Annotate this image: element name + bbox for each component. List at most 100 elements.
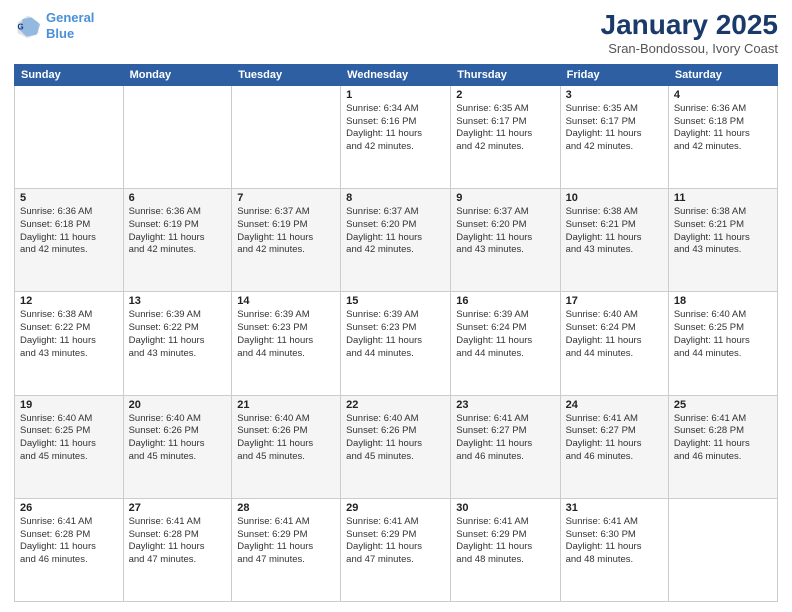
day-number: 6 [129,192,227,204]
day-info: Sunrise: 6:41 AM Sunset: 6:27 PM Dayligh… [566,413,663,464]
day-info: Sunrise: 6:39 AM Sunset: 6:23 PM Dayligh… [237,309,335,360]
day-info: Sunrise: 6:36 AM Sunset: 6:19 PM Dayligh… [129,206,227,257]
calendar-cell: 13Sunrise: 6:39 AM Sunset: 6:22 PM Dayli… [123,292,232,395]
calendar-cell: 29Sunrise: 6:41 AM Sunset: 6:29 PM Dayli… [341,498,451,601]
calendar-week-row: 5 Sunrise: 6:36 AM Sunset: 6:18 PM Daylig… [15,189,778,292]
calendar-week-row: 12 Sunrise: 6:38 AM Sunset: 6:22 PM Dayli… [15,292,778,395]
calendar-cell: 17 Sunrise: 6:40 AM Sunset: 6:24 PM Dayli… [560,292,668,395]
day-number: 2 [456,89,554,101]
calendar-cell: 24 Sunrise: 6:41 AM Sunset: 6:27 PM Dayli… [560,395,668,498]
day-info: Sunrise: 6:41 AM Sunset: 6:29 PM Dayligh… [237,516,335,567]
day-number: 17 [566,295,663,307]
calendar-cell: 10 Sunrise: 6:38 AM Sunset: 6:21 PM Dayli… [560,189,668,292]
col-saturday: Saturday [668,64,777,85]
calendar-cell: 4Sunrise: 6:36 AM Sunset: 6:18 PM Daylig… [668,85,777,188]
calendar-cell [123,85,232,188]
col-wednesday: Wednesday [341,64,451,85]
day-number: 30 [456,502,554,514]
day-info: Sunrise: 6:39 AM Sunset: 6:23 PM Dayligh… [346,309,445,360]
calendar-cell [15,85,124,188]
day-number: 20 [129,399,227,411]
calendar-cell: 27Sunrise: 6:41 AM Sunset: 6:28 PM Dayli… [123,498,232,601]
day-number: 15 [346,295,445,307]
calendar-cell: 23 Sunrise: 6:41 AM Sunset: 6:27 PM Dayli… [451,395,560,498]
day-number: 28 [237,502,335,514]
day-number: 12 [20,295,118,307]
calendar-cell: 19 Sunrise: 6:40 AM Sunset: 6:25 PM Dayli… [15,395,124,498]
col-friday: Friday [560,64,668,85]
day-info: Sunrise: 6:40 AM Sunset: 6:24 PM Dayligh… [566,309,663,360]
day-info: Sunrise: 6:35 AM Sunset: 6:17 PM Dayligh… [566,103,663,154]
day-number: 24 [566,399,663,411]
day-info: Sunrise: 6:38 AM Sunset: 6:21 PM Dayligh… [566,206,663,257]
calendar-cell: 31 Sunrise: 6:41 AM Sunset: 6:30 PM Dayli… [560,498,668,601]
calendar-week-row: 19 Sunrise: 6:40 AM Sunset: 6:25 PM Dayli… [15,395,778,498]
day-info: Sunrise: 6:41 AM Sunset: 6:28 PM Dayligh… [129,516,227,567]
day-number: 23 [456,399,554,411]
day-number: 31 [566,502,663,514]
day-number: 5 [20,192,118,204]
calendar-table: Sunday Monday Tuesday Wednesday Thursday… [14,64,778,602]
day-number: 11 [674,192,772,204]
col-thursday: Thursday [451,64,560,85]
day-number: 18 [674,295,772,307]
calendar-cell: 26 Sunrise: 6:41 AM Sunset: 6:28 PM Dayli… [15,498,124,601]
logo-text: General Blue [46,10,94,41]
day-info: Sunrise: 6:40 AM Sunset: 6:26 PM Dayligh… [129,413,227,464]
calendar-cell: 6 Sunrise: 6:36 AM Sunset: 6:19 PM Daylig… [123,189,232,292]
calendar-cell: 21Sunrise: 6:40 AM Sunset: 6:26 PM Dayli… [232,395,341,498]
day-number: 19 [20,399,118,411]
day-number: 14 [237,295,335,307]
calendar-cell: 20 Sunrise: 6:40 AM Sunset: 6:26 PM Dayli… [123,395,232,498]
day-info: Sunrise: 6:41 AM Sunset: 6:27 PM Dayligh… [456,413,554,464]
day-info: Sunrise: 6:37 AM Sunset: 6:20 PM Dayligh… [346,206,445,257]
day-info: Sunrise: 6:38 AM Sunset: 6:21 PM Dayligh… [674,206,772,257]
calendar-cell: 25Sunrise: 6:41 AM Sunset: 6:28 PM Dayli… [668,395,777,498]
calendar-cell: 28 Sunrise: 6:41 AM Sunset: 6:29 PM Dayli… [232,498,341,601]
month-title: January 2025 [601,10,778,41]
day-info: Sunrise: 6:39 AM Sunset: 6:22 PM Dayligh… [129,309,227,360]
day-number: 7 [237,192,335,204]
calendar-cell: 14 Sunrise: 6:39 AM Sunset: 6:23 PM Dayli… [232,292,341,395]
calendar-cell: 22 Sunrise: 6:40 AM Sunset: 6:26 PM Dayli… [341,395,451,498]
page: G General Blue January 2025 Sran-Bondoss… [0,0,792,612]
day-info: Sunrise: 6:38 AM Sunset: 6:22 PM Dayligh… [20,309,118,360]
day-info: Sunrise: 6:36 AM Sunset: 6:18 PM Dayligh… [20,206,118,257]
day-number: 22 [346,399,445,411]
calendar-cell: 18 Sunrise: 6:40 AM Sunset: 6:25 PM Dayli… [668,292,777,395]
calendar-cell: 30 Sunrise: 6:41 AM Sunset: 6:29 PM Dayli… [451,498,560,601]
calendar-header-row: Sunday Monday Tuesday Wednesday Thursday… [15,64,778,85]
calendar-cell [232,85,341,188]
day-info: Sunrise: 6:40 AM Sunset: 6:25 PM Dayligh… [674,309,772,360]
calendar-cell: 15 Sunrise: 6:39 AM Sunset: 6:23 PM Dayli… [341,292,451,395]
day-number: 25 [674,399,772,411]
day-number: 29 [346,502,445,514]
day-info: Sunrise: 6:40 AM Sunset: 6:26 PM Dayligh… [346,413,445,464]
calendar-cell: 1 Sunrise: 6:34 AM Sunset: 6:16 PM Daylig… [341,85,451,188]
day-info: Sunrise: 6:41 AM Sunset: 6:28 PM Dayligh… [20,516,118,567]
calendar-cell: 7Sunrise: 6:37 AM Sunset: 6:19 PM Daylig… [232,189,341,292]
day-number: 9 [456,192,554,204]
calendar-cell: 9 Sunrise: 6:37 AM Sunset: 6:20 PM Daylig… [451,189,560,292]
logo: G General Blue [14,10,94,41]
col-monday: Monday [123,64,232,85]
day-info: Sunrise: 6:34 AM Sunset: 6:16 PM Dayligh… [346,103,445,154]
calendar-week-row: 26 Sunrise: 6:41 AM Sunset: 6:28 PM Dayli… [15,498,778,601]
day-number: 26 [20,502,118,514]
day-number: 1 [346,89,445,101]
day-number: 8 [346,192,445,204]
header: G General Blue January 2025 Sran-Bondoss… [14,10,778,56]
svg-text:G: G [18,22,24,31]
col-sunday: Sunday [15,64,124,85]
location: Sran-Bondossou, Ivory Coast [601,41,778,56]
day-info: Sunrise: 6:41 AM Sunset: 6:30 PM Dayligh… [566,516,663,567]
day-info: Sunrise: 6:37 AM Sunset: 6:20 PM Dayligh… [456,206,554,257]
day-info: Sunrise: 6:41 AM Sunset: 6:29 PM Dayligh… [456,516,554,567]
calendar-cell: 16Sunrise: 6:39 AM Sunset: 6:24 PM Dayli… [451,292,560,395]
logo-icon: G [14,12,42,40]
day-info: Sunrise: 6:40 AM Sunset: 6:25 PM Dayligh… [20,413,118,464]
day-number: 21 [237,399,335,411]
day-number: 10 [566,192,663,204]
calendar-cell: 11 Sunrise: 6:38 AM Sunset: 6:21 PM Dayli… [668,189,777,292]
day-number: 16 [456,295,554,307]
